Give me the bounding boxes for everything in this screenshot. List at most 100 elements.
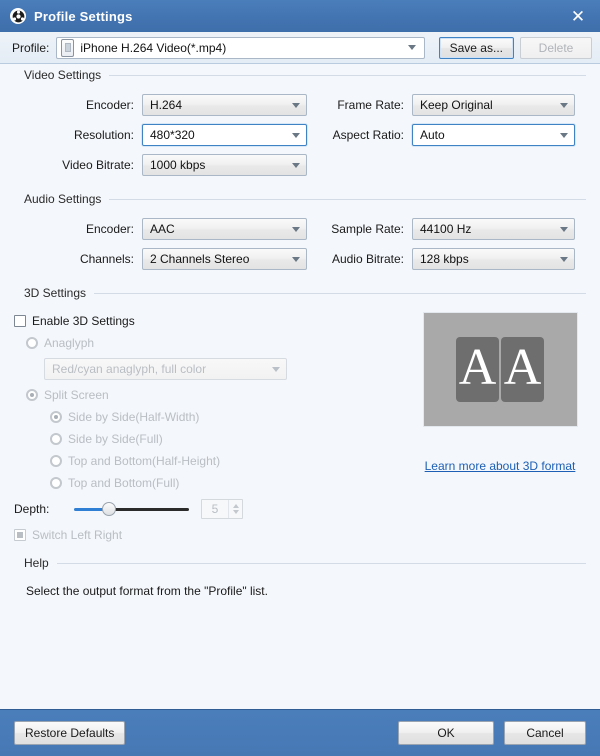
profile-settings-dialog: Profile Settings ✕ Profile: iPhone H.264… xyxy=(0,0,600,756)
channels-select[interactable]: 2 Channels Stereo xyxy=(142,248,307,270)
resolution-value: 480*320 xyxy=(150,128,288,142)
profile-select-value: iPhone H.264 Video(*.mp4) xyxy=(80,41,403,55)
aspect-ratio-value: Auto xyxy=(420,128,556,142)
side-by-side-full-label: Side by Side(Full) xyxy=(68,432,163,446)
split-screen-radio: Split Screen xyxy=(14,384,414,406)
video-settings-header: Video Settings xyxy=(14,64,586,86)
video-bitrate-select[interactable]: 1000 kbps xyxy=(142,154,307,176)
video-row-3: Video Bitrate: 1000 kbps xyxy=(14,150,586,180)
depth-label: Depth: xyxy=(14,502,74,516)
enable-3d-checkbox[interactable]: Enable 3D Settings xyxy=(14,310,414,332)
chevron-down-icon xyxy=(408,45,416,50)
audio-settings-header: Audio Settings xyxy=(14,188,586,210)
profile-label: Profile: xyxy=(12,41,49,55)
audio-encoder-select[interactable]: AAC xyxy=(142,218,307,240)
top-bottom-full-radio: Top and Bottom(Full) xyxy=(26,472,414,494)
title-bar: Profile Settings ✕ xyxy=(0,0,600,32)
depth-control: Depth: 5 xyxy=(14,496,414,522)
group-divider xyxy=(109,199,586,200)
radio-icon xyxy=(50,477,62,489)
anaglyph-mode-select: Red/cyan anaglyph, full color xyxy=(44,358,287,380)
3d-preview-image: A A xyxy=(423,312,578,427)
profile-bar: Profile: iPhone H.264 Video(*.mp4) Save … xyxy=(0,32,600,64)
3d-settings-title: 3D Settings xyxy=(24,286,94,300)
cancel-button[interactable]: Cancel xyxy=(504,721,586,745)
audio-settings-group: Audio Settings Encoder: AAC Sample Rate: xyxy=(14,188,586,274)
chevron-down-icon xyxy=(560,227,568,232)
sample-rate-select[interactable]: 44100 Hz xyxy=(412,218,575,240)
side-by-side-half-label: Side by Side(Half-Width) xyxy=(68,410,199,424)
switch-left-right-checkbox: Switch Left Right xyxy=(14,524,414,546)
sample-rate-value: 44100 Hz xyxy=(420,222,556,236)
depth-stepper: 5 xyxy=(201,499,243,519)
depth-slider[interactable] xyxy=(74,502,189,516)
anaglyph-mode-value: Red/cyan anaglyph, full color xyxy=(52,362,268,376)
restore-defaults-button[interactable]: Restore Defaults xyxy=(14,721,125,745)
frame-rate-value: Keep Original xyxy=(420,98,556,112)
audio-row-2: Channels: 2 Channels Stereo Audio Bitrat… xyxy=(14,244,586,274)
help-header: Help xyxy=(14,552,586,574)
chevron-down-icon xyxy=(292,163,300,168)
audio-bitrate-select[interactable]: 128 kbps xyxy=(412,248,575,270)
group-divider xyxy=(94,293,586,294)
radio-icon xyxy=(50,455,62,467)
top-bottom-half-radio: Top and Bottom(Half-Height) xyxy=(26,450,414,472)
top-bottom-half-label: Top and Bottom(Half-Height) xyxy=(68,454,220,468)
stepper-arrows xyxy=(228,500,242,518)
slider-handle[interactable] xyxy=(102,502,116,516)
slider-track xyxy=(108,508,189,511)
profile-select[interactable]: iPhone H.264 Video(*.mp4) xyxy=(56,37,424,59)
audio-settings-title: Audio Settings xyxy=(24,192,109,206)
audio-bitrate-label: Audio Bitrate: xyxy=(314,252,412,266)
radio-icon xyxy=(50,411,62,423)
audio-row-1: Encoder: AAC Sample Rate: 44100 Hz xyxy=(14,214,586,244)
help-group: Help Select the output format from the "… xyxy=(14,552,586,598)
3d-settings-group: 3D Settings Enable 3D Settings Anaglyph xyxy=(14,282,586,546)
side-by-side-full-radio: Side by Side(Full) xyxy=(26,428,414,450)
audio-encoder-value: AAC xyxy=(150,222,288,236)
video-encoder-value: H.264 xyxy=(150,98,288,112)
aspect-ratio-select[interactable]: Auto xyxy=(412,124,575,146)
save-as-button[interactable]: Save as... xyxy=(439,37,514,59)
ok-button[interactable]: OK xyxy=(398,721,494,745)
caret-down-icon xyxy=(233,510,239,514)
audio-encoder-label: Encoder: xyxy=(14,222,142,236)
page-title: Profile Settings xyxy=(34,9,564,24)
chevron-down-icon xyxy=(292,103,300,108)
chevron-down-icon xyxy=(292,257,300,262)
3d-settings-header: 3D Settings xyxy=(14,282,586,304)
chevron-down-icon xyxy=(292,227,300,232)
depth-value: 5 xyxy=(202,502,228,516)
switch-left-right-label: Switch Left Right xyxy=(32,528,122,542)
frame-rate-select[interactable]: Keep Original xyxy=(412,94,575,116)
resolution-select[interactable]: 480*320 xyxy=(142,124,307,146)
audio-bitrate-value: 128 kbps xyxy=(420,252,556,266)
video-bitrate-label: Video Bitrate: xyxy=(14,158,142,172)
checkbox-icon xyxy=(14,529,26,541)
radio-icon xyxy=(50,433,62,445)
settings-content: Video Settings Encoder: H.264 Frame Rate… xyxy=(0,64,600,710)
chevron-down-icon xyxy=(292,133,300,138)
sample-rate-label: Sample Rate: xyxy=(314,222,412,236)
chevron-down-icon xyxy=(272,367,280,372)
group-divider xyxy=(109,75,586,76)
chevron-down-icon xyxy=(560,103,568,108)
close-icon[interactable]: ✕ xyxy=(564,4,592,28)
checkbox-icon xyxy=(14,315,26,327)
frame-rate-label: Frame Rate: xyxy=(314,98,412,112)
aspect-ratio-label: Aspect Ratio: xyxy=(314,128,412,142)
video-settings-title: Video Settings xyxy=(24,68,109,82)
phone-icon xyxy=(61,39,74,57)
resolution-label: Resolution: xyxy=(14,128,142,142)
preview-right-tile: A xyxy=(501,337,544,402)
video-encoder-label: Encoder: xyxy=(14,98,142,112)
top-bottom-full-label: Top and Bottom(Full) xyxy=(68,476,179,490)
caret-up-icon xyxy=(233,504,239,508)
video-encoder-select[interactable]: H.264 xyxy=(142,94,307,116)
group-divider xyxy=(57,563,586,564)
learn-more-link[interactable]: Learn more about 3D format xyxy=(425,459,576,473)
anaglyph-label: Anaglyph xyxy=(44,336,94,350)
video-row-1: Encoder: H.264 Frame Rate: Keep Original xyxy=(14,90,586,120)
delete-button: Delete xyxy=(520,37,592,59)
video-bitrate-value: 1000 kbps xyxy=(150,158,288,172)
